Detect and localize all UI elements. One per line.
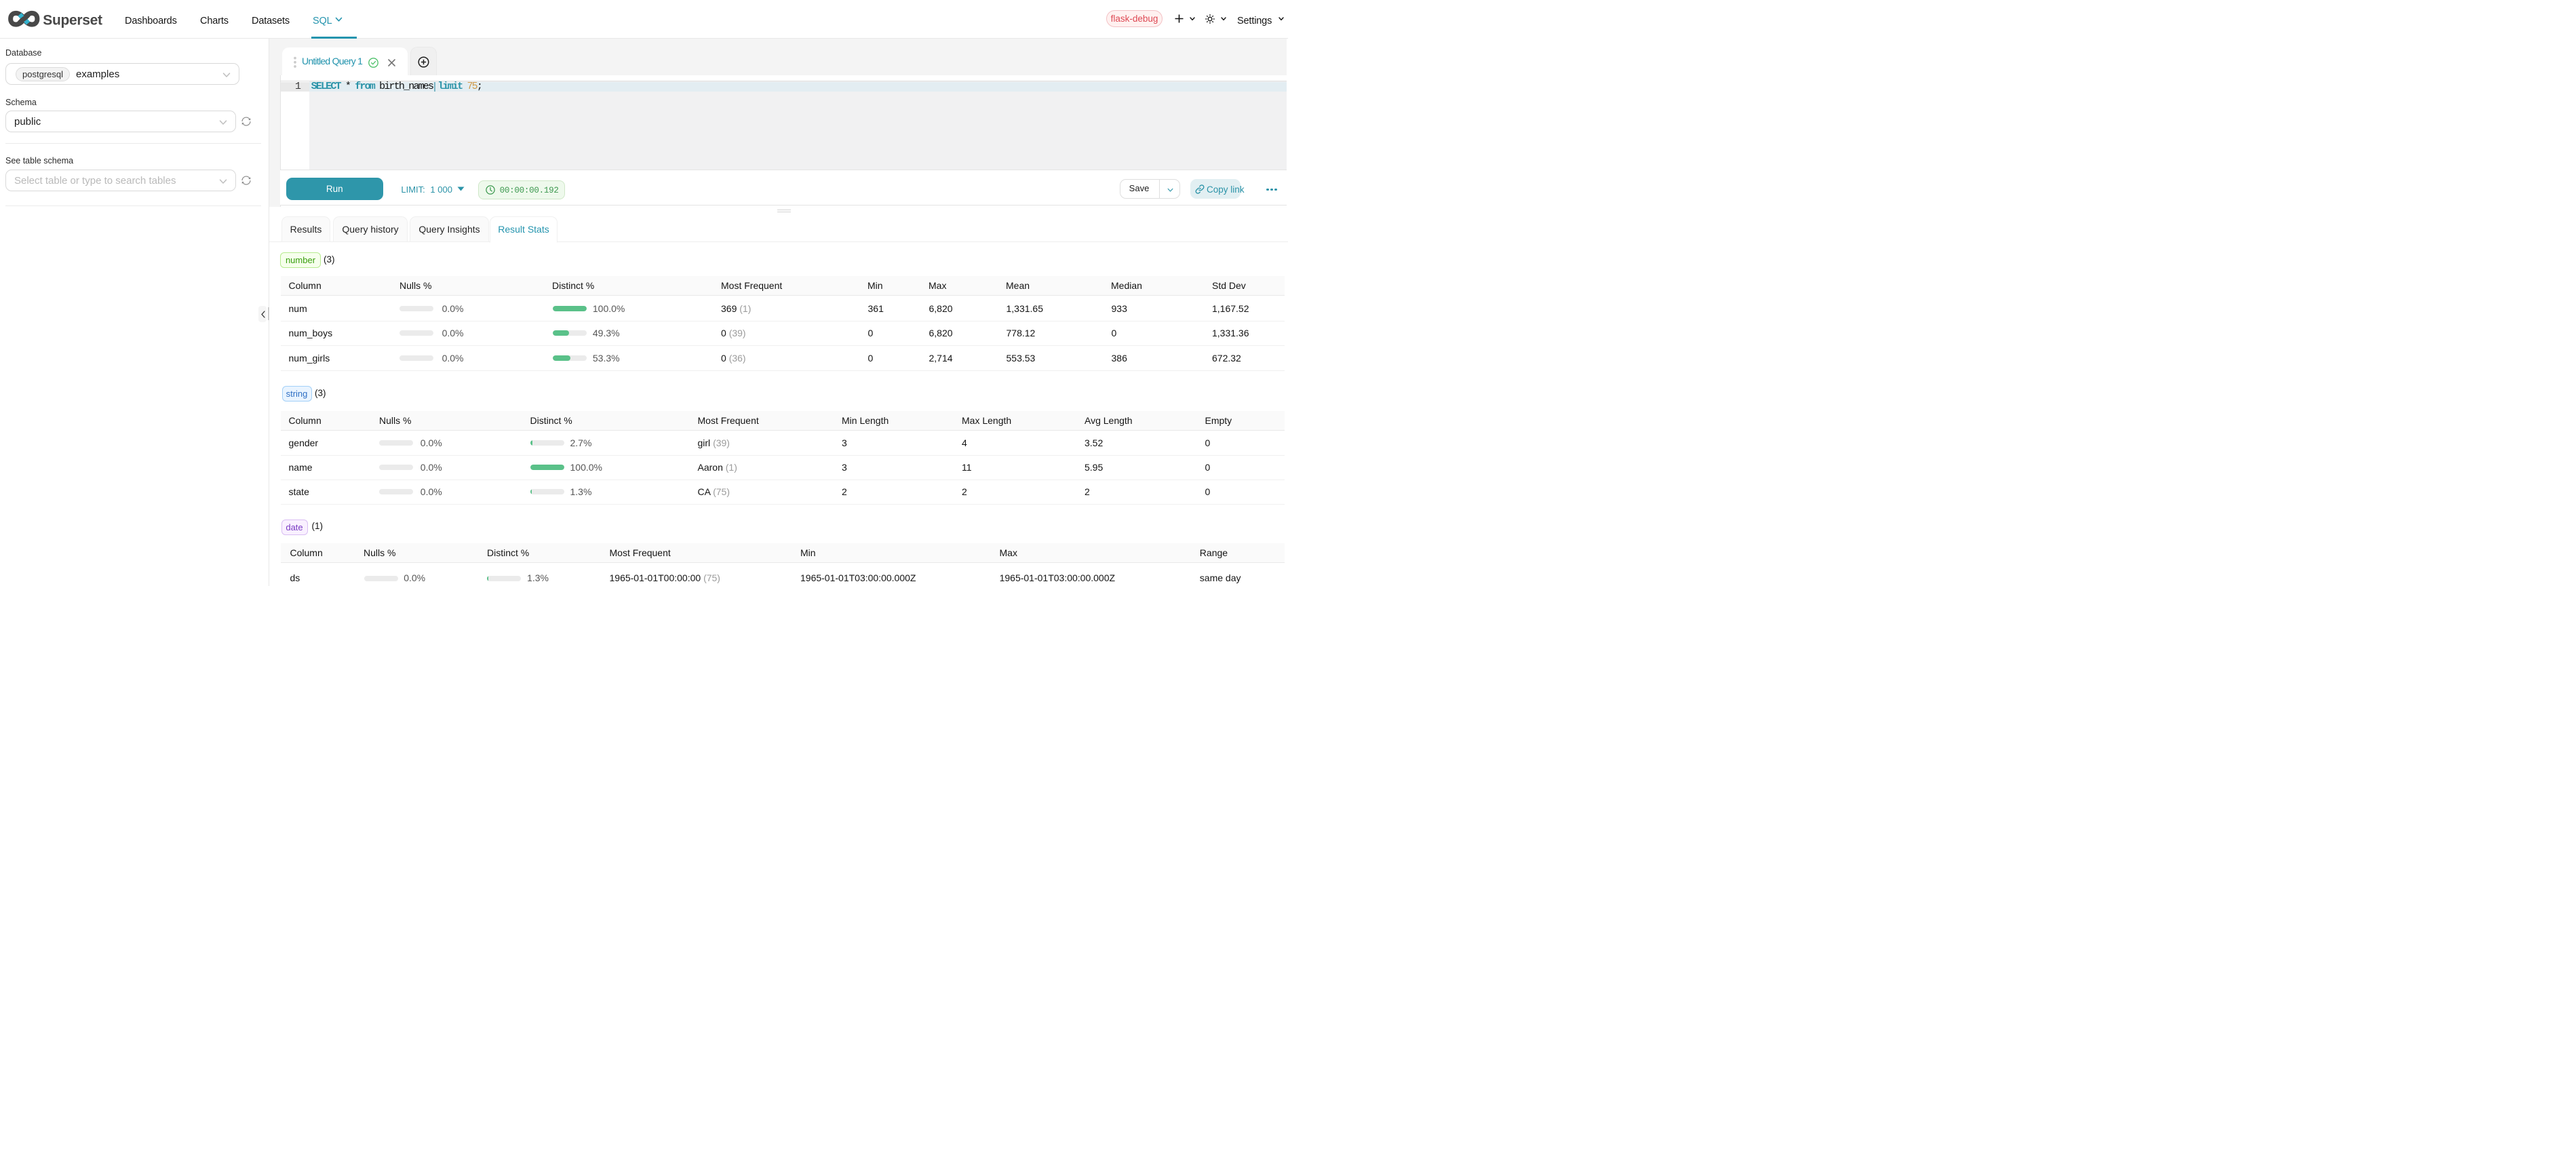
svg-text:Superset: Superset [43,13,102,28]
